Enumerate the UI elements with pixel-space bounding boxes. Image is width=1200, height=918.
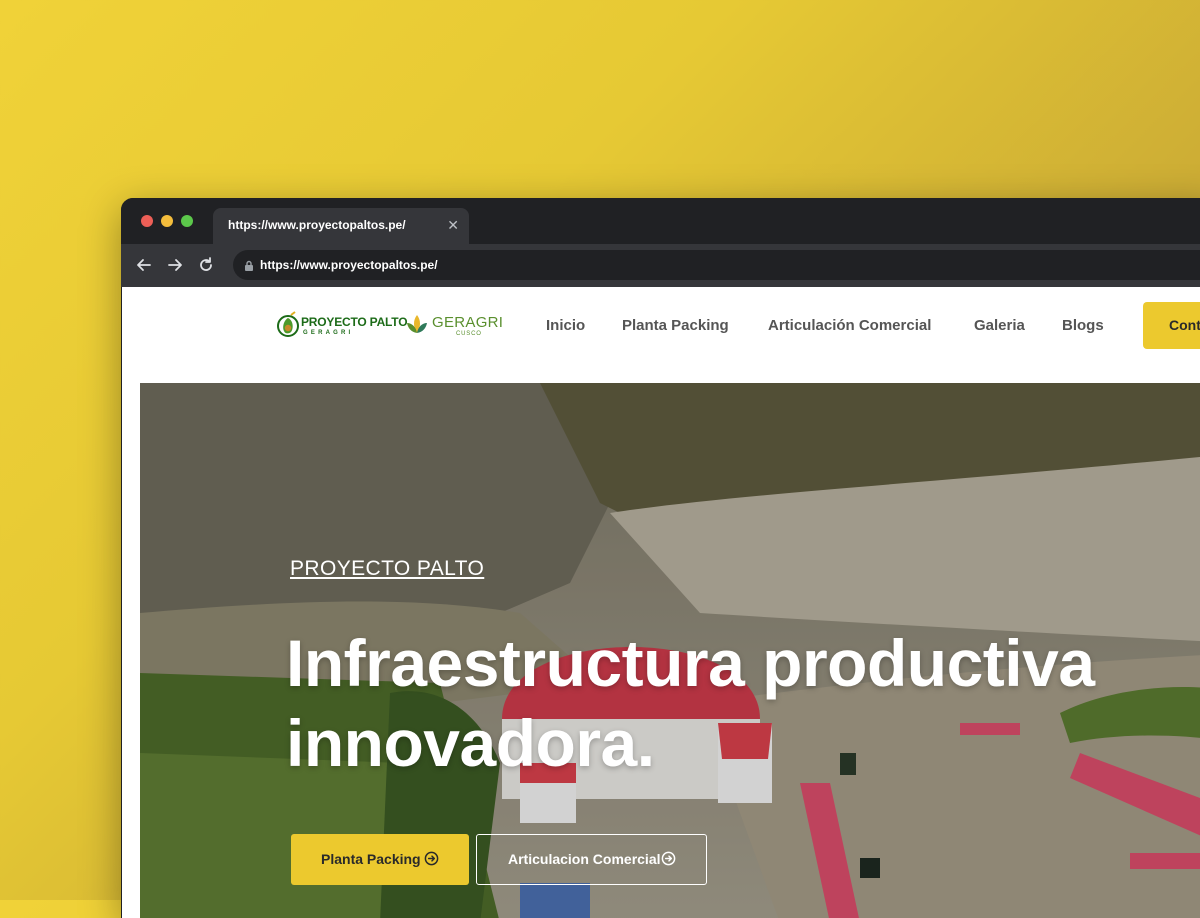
site-header: PROYECTO PALTO GERAGRI GERAGRI CUSCO Ini… [122,287,1200,383]
reload-icon[interactable] [195,254,217,276]
address-bar[interactable]: https://www.proyectopaltos.pe/ [233,250,1200,280]
hero-headline-line-2: innovadora. [286,706,655,780]
logo-primary-sub: GERAGRI [303,330,354,336]
planta-packing-button-label: Planta Packing [321,851,421,867]
url-text: https://www.proyectopaltos.pe/ [260,258,438,272]
logo-primary-name: PROYECTO PALTO [301,315,408,329]
contact-button-label: Cont [1169,317,1200,333]
lock-icon [244,259,254,277]
articulacion-comercial-button-label: Articulacion Comercial [508,851,661,867]
leaf-icon [407,315,427,333]
articulacion-comercial-button[interactable]: Articulacion Comercial [476,834,707,885]
nav-item-inicio[interactable]: Inicio [546,317,585,334]
maximize-window-button[interactable] [181,215,193,227]
nav-item-galeria[interactable]: Galeria [974,317,1025,334]
proyecto-palto-logo[interactable]: PROYECTO PALTO GERAGRI [276,311,408,341]
hero-headline: Infraestructura productiva innovadora. [286,623,1186,783]
browser-window: https://www.proyectopaltos.pe/ ✕ https:/… [121,198,1200,918]
page-viewport: PROYECTO PALTO GERAGRI GERAGRI CUSCO Ini… [122,287,1200,918]
arrow-circle-right-icon [424,851,439,869]
tab-title: https://www.proyectopaltos.pe/ [228,218,406,232]
nav-item-planta-packing[interactable]: Planta Packing [622,317,729,334]
nav-item-blogs[interactable]: Blogs [1062,317,1104,334]
browser-toolbar: https://www.proyectopaltos.pe/ [121,244,1200,287]
browser-tab[interactable]: https://www.proyectopaltos.pe/ ✕ [213,208,469,244]
forward-arrow-icon[interactable] [164,254,186,276]
close-window-button[interactable] [141,215,153,227]
arrow-circle-right-icon [661,851,676,869]
contact-button[interactable]: Cont [1143,302,1200,349]
logo-secondary-sub: CUSCO [456,331,482,337]
hero-eyebrow-link[interactable]: PROYECTO PALTO [290,557,484,581]
hero-headline-line-1: Infraestructura productiva [286,626,1095,700]
title-bar: https://www.proyectopaltos.pe/ ✕ [121,198,1200,244]
back-arrow-icon[interactable] [133,254,155,276]
minimize-window-button[interactable] [161,215,173,227]
hero-section: PROYECTO PALTO Infraestructura productiv… [140,383,1200,918]
close-icon[interactable]: ✕ [447,216,459,234]
nav-item-articulacion-comercial[interactable]: Articulación Comercial [768,317,931,334]
avocado-icon [277,311,299,337]
logo-secondary-name: GERAGRI [432,314,504,331]
geragri-logo[interactable]: GERAGRI CUSCO [404,311,504,341]
planta-packing-button[interactable]: Planta Packing [291,834,469,885]
